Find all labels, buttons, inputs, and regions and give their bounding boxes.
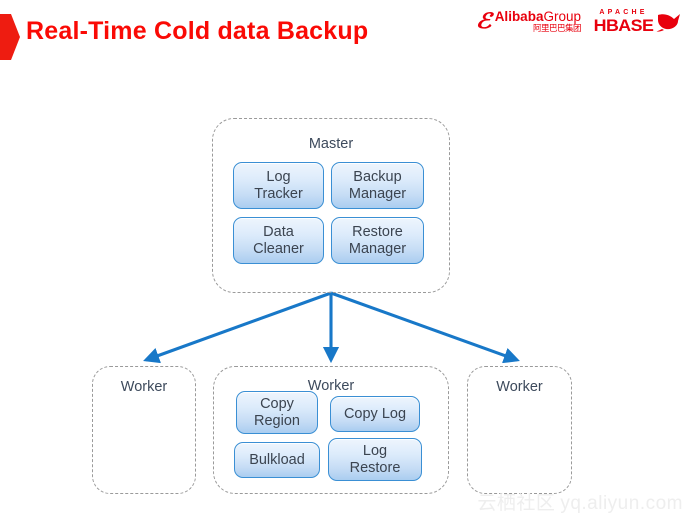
node-log-tracker[interactable]: Log Tracker [233,162,324,209]
connector-master-to-worker-left [143,291,332,364]
watermark-chinese: 云栖社区 [477,493,556,514]
node-copy-region[interactable]: Copy Region [236,391,318,434]
node-bulkload[interactable]: Bulkload [234,442,320,478]
watermark-url: yq.aliyun.com [560,493,683,514]
architecture-diagram: Master Log Tracker Backup Manager Data C… [0,0,692,519]
node-copy-log[interactable]: Copy Log [330,396,420,432]
watermark: 云栖社区 yq.aliyun.com [477,488,683,515]
worker-right-group-box[interactable]: Worker [467,366,572,494]
worker-right-title: Worker [496,379,543,395]
worker-left-group-box[interactable]: Worker [92,366,196,494]
node-data-cleaner[interactable]: Data Cleaner [233,217,324,264]
node-backup-manager[interactable]: Backup Manager [331,162,424,209]
node-log-restore[interactable]: Log Restore [328,438,422,481]
node-restore-manager[interactable]: Restore Manager [331,217,424,264]
connector-master-to-worker-right [330,291,520,364]
master-group-title: Master [308,136,354,152]
worker-left-title: Worker [120,379,168,395]
